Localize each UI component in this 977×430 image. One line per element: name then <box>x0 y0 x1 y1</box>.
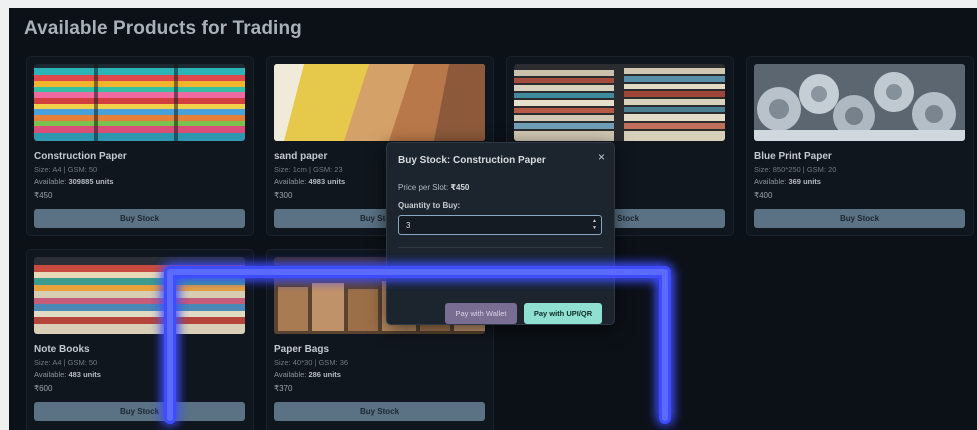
quantity-stepper[interactable]: ▲ ▼ <box>591 218 598 232</box>
product-price: ₹400 <box>754 191 773 200</box>
buy-stock-modal: Buy Stock: Construction Paper × Price pe… <box>386 142 615 325</box>
app-window: Available Products for Trading Construct… <box>9 8 977 430</box>
pay-with-wallet-button[interactable]: Pay with Wallet <box>445 303 517 324</box>
buy-stock-button[interactable]: Buy Stock <box>274 402 485 421</box>
modal-title: Buy Stock: Construction Paper <box>398 155 546 166</box>
product-image-sand-paper <box>274 64 485 141</box>
product-availability: Available: 369 units <box>754 177 821 186</box>
spin-down-icon[interactable]: ▼ <box>591 225 598 232</box>
product-availability: Available: 309885 units <box>34 177 114 186</box>
pay-with-upi-button[interactable]: Pay with UPI/QR <box>524 303 602 324</box>
product-image-blue-print-paper <box>754 64 965 141</box>
product-spec: Size: 1cm | GSM: 23 <box>274 165 343 174</box>
product-spec: Size: 40*30 | GSM: 36 <box>274 358 349 367</box>
quantity-label: Quantity to Buy: <box>398 201 461 210</box>
product-card-note-books: Note Books Size: A4 | GSM: 50 Available:… <box>26 249 254 430</box>
buy-stock-button[interactable]: Buy Stock <box>754 209 965 228</box>
buy-stock-button[interactable]: Buy Stock <box>34 209 245 228</box>
divider <box>398 247 603 248</box>
product-name: Paper Bags <box>274 344 330 355</box>
page-title: Available Products for Trading <box>24 18 302 39</box>
product-price: ₹300 <box>274 191 293 200</box>
product-spec: Size: A4 | GSM: 50 <box>34 165 98 174</box>
product-spec: Size: A4 | GSM: 50 <box>34 358 98 367</box>
product-image-note-books <box>34 257 245 334</box>
spin-up-icon[interactable]: ▲ <box>591 218 598 225</box>
product-image-construction-paper <box>34 64 245 141</box>
close-icon[interactable]: × <box>598 150 605 164</box>
product-name: Note Books <box>34 344 90 355</box>
product-price: ₹600 <box>34 384 53 393</box>
product-price: ₹450 <box>34 191 53 200</box>
product-price: ₹370 <box>274 384 293 393</box>
product-spec: Size: 850*250 | GSM: 20 <box>754 165 837 174</box>
product-name: sand paper <box>274 151 328 162</box>
product-name: Blue Print Paper <box>754 151 832 162</box>
quantity-field: ▲ ▼ <box>398 215 602 235</box>
quantity-input[interactable] <box>406 219 586 231</box>
product-name: Construction Paper <box>34 151 127 162</box>
product-availability: Available: 483 units <box>34 370 101 379</box>
product-availability: Available: 4983 units <box>274 177 346 186</box>
buy-stock-button[interactable]: Buy Stock <box>34 402 245 421</box>
product-card-construction-paper: Construction Paper Size: A4 | GSM: 50 Av… <box>26 56 254 236</box>
price-per-slot: Price per Slot: ₹450 <box>398 183 470 192</box>
product-card-blue-print-paper: Blue Print Paper Size: 850*250 | GSM: 20… <box>746 56 974 236</box>
product-availability: Available: 286 units <box>274 370 341 379</box>
product-image-paper-stack <box>514 64 725 141</box>
